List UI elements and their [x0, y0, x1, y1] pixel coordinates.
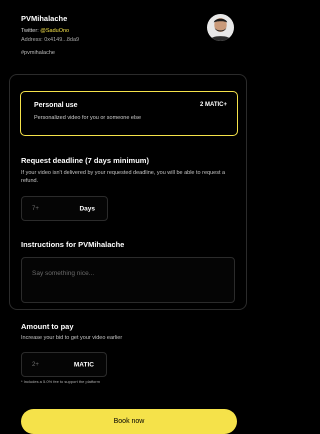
instructions-textarea[interactable]: Say something nice...: [21, 257, 235, 303]
amount-input[interactable]: 2+ MATIC: [21, 352, 107, 377]
person-avatar-icon: [207, 14, 234, 41]
deadline-note: If your video isn't delivered by your re…: [21, 170, 226, 184]
address-value: 0x4149...8da9: [44, 37, 80, 43]
days-unit-label: Days: [79, 205, 95, 212]
deadline-label: Request deadline (7 days minimum): [21, 156, 149, 165]
deadline-placeholder: 7+: [32, 205, 39, 212]
matic-unit-label: MATIC: [73, 361, 94, 368]
instructions-label: Instructions for PVMihalache: [21, 240, 125, 249]
twitter-label: Twitter:: [21, 28, 39, 34]
option-title: Personal use: [34, 102, 78, 109]
creator-header: PVMihalache Twitter: @SaduOno Address: 0…: [0, 0, 251, 72]
option-card-personal-use[interactable]: Personal use 2 MATIC+ Personalized video…: [20, 91, 238, 136]
book-now-button[interactable]: Book now: [21, 409, 237, 434]
twitter-handle-link[interactable]: @SaduOno: [40, 28, 69, 34]
amount-placeholder: 2+: [32, 361, 39, 368]
instructions-placeholder: Say something nice...: [32, 270, 95, 277]
option-description: Personalized video for you or someone el…: [34, 115, 142, 121]
fee-note: * Includes a 5.0% fee to support the pla…: [21, 379, 100, 384]
option-price: 2 MATIC+: [199, 102, 227, 108]
address-row: Address: 0x4149...8da9: [21, 37, 79, 43]
amount-label: Amount to pay: [21, 322, 74, 331]
twitter-row: Twitter: @SaduOno: [21, 28, 69, 34]
avatar: [207, 14, 234, 41]
address-label: Address:: [21, 37, 43, 43]
deadline-days-input[interactable]: 7+ Days: [21, 196, 108, 221]
creator-hashtag: #pvmihalache: [21, 50, 55, 56]
creator-name: PVMihalache: [21, 14, 68, 23]
amount-note: Increase your bid to get your video earl…: [21, 335, 123, 341]
